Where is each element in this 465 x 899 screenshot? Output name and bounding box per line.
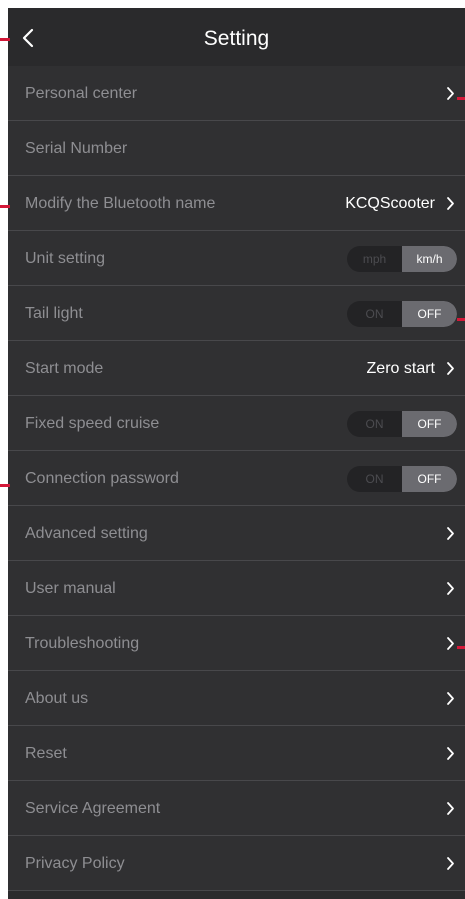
row-serial-number: Serial Number [8,121,465,176]
unit-toggle[interactable]: mph km/h [347,245,457,272]
bluetooth-name-value: KCQScooter [345,194,435,212]
row-label: Troubleshooting [25,635,140,652]
row-label: Tail light [25,305,83,322]
row-label: About us [25,690,89,707]
chevron-right-icon [443,745,457,763]
row-label: Start mode [25,360,104,377]
chevron-right-icon [443,800,457,818]
toggle-option-on[interactable]: ON [347,411,402,437]
chevron-right-icon [443,690,457,708]
row-label: Modify the Bluetooth name [25,195,216,212]
chevron-right-icon [443,580,457,598]
toggle-option-kmh[interactable]: km/h [402,245,457,272]
toggle-option-on[interactable]: ON [347,466,402,492]
annotation-marker [0,484,10,487]
header-bar: Setting [8,8,465,66]
row-bluetooth-name[interactable]: Modify the Bluetooth name KCQScooter [8,176,465,231]
row-personal-center[interactable]: Personal center [8,66,465,121]
chevron-right-icon [443,635,457,653]
chevron-right-icon [443,195,457,213]
row-label: Connection password [25,470,179,487]
toggle-option-on[interactable]: ON [347,301,402,327]
row-reset[interactable]: Reset [8,726,465,781]
row-privacy-policy[interactable]: Privacy Policy [8,836,465,891]
row-fixed-speed-cruise: Fixed speed cruise ON OFF [8,396,465,451]
row-label: User manual [25,580,116,597]
chevron-right-icon [443,360,457,378]
settings-list: Personal center Serial Number Modify the… [8,66,465,891]
row-label: Privacy Policy [25,855,125,872]
row-label: Reset [25,745,67,762]
row-troubleshooting[interactable]: Troubleshooting [8,616,465,671]
row-unit-setting: Unit setting mph km/h [8,231,465,286]
row-label: Personal center [25,85,138,102]
row-connection-password: Connection password ON OFF [8,451,465,506]
row-advanced-setting[interactable]: Advanced setting [8,506,465,561]
start-mode-value: Zero start [366,359,435,377]
chevron-right-icon [443,85,457,103]
toggle-option-mph[interactable]: mph [347,246,402,272]
tail-light-toggle[interactable]: ON OFF [347,300,457,327]
row-start-mode[interactable]: Start mode Zero start [8,341,465,396]
annotation-marker [0,205,10,208]
row-label: Serial Number [25,140,128,157]
row-label: Fixed speed cruise [25,415,160,432]
row-tail-light: Tail light ON OFF [8,286,465,341]
settings-screen: Setting Personal center Serial Number Mo… [8,8,465,899]
annotation-marker [457,97,465,100]
annotation-marker [457,646,465,649]
row-label: Service Agreement [25,800,161,817]
row-service-agreement[interactable]: Service Agreement [8,781,465,836]
row-user-manual[interactable]: User manual [8,561,465,616]
row-about-us[interactable]: About us [8,671,465,726]
password-toggle[interactable]: ON OFF [347,465,457,492]
annotation-marker [0,38,10,41]
page-title: Setting [203,27,270,50]
chevron-right-icon [443,525,457,543]
row-label: Advanced setting [25,525,148,542]
annotation-marker [457,318,465,321]
cruise-toggle[interactable]: ON OFF [347,410,457,437]
toggle-option-off[interactable]: OFF [402,410,457,437]
toggle-option-off[interactable]: OFF [402,465,457,492]
row-label: Unit setting [25,250,106,267]
chevron-right-icon [443,855,457,873]
toggle-option-off[interactable]: OFF [402,300,457,327]
